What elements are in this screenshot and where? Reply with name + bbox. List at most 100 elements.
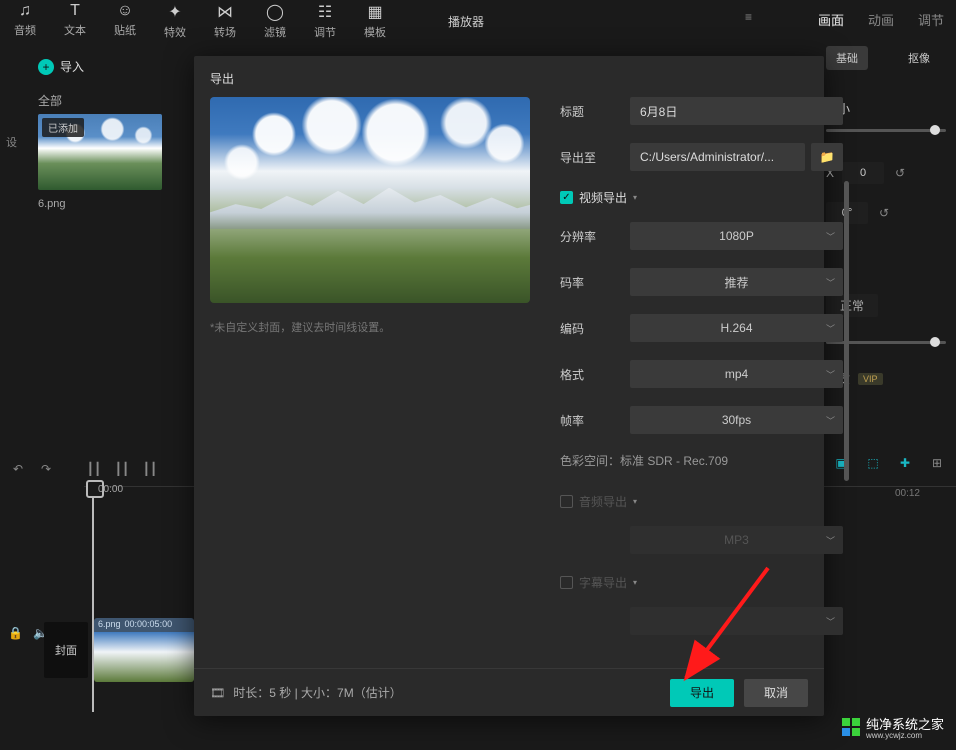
fps-select[interactable]: 30fps﹀ (630, 406, 843, 434)
filter-icon: ◯ (266, 2, 284, 22)
added-badge: 已添加 (42, 118, 84, 137)
size-slider[interactable] (826, 129, 946, 132)
export-dialog: 导出 *未自定义封面，建议去时间线设置。 标题 导出至 📁 ✓ (194, 56, 824, 716)
watermark-url: www.ycwjz.com (866, 731, 944, 740)
chevron-down-icon: ▾ (633, 193, 637, 202)
player-menu-icon[interactable]: ≡ (745, 10, 752, 24)
tab-animation[interactable]: 动画 (866, 6, 896, 33)
export-button[interactable]: 导出 (670, 679, 734, 707)
checkbox-icon: ✓ (560, 495, 573, 508)
transition-icon: ⋈ (217, 2, 233, 22)
export-path-input[interactable] (630, 143, 805, 171)
tool-icon[interactable]: ✚ (894, 456, 916, 470)
tool-icon[interactable]: ⬚ (862, 456, 884, 470)
modal-title: 导出 (194, 56, 824, 97)
toolbar-sticker[interactable]: ☺贴纸 (100, 2, 150, 36)
audio-format-select: MP3﹀ (630, 526, 843, 554)
track-controls: 🔒 🔈 (8, 626, 48, 640)
chevron-down-icon: ▾ (633, 497, 637, 506)
chevron-down-icon: ﹀ (826, 230, 835, 243)
media-item[interactable]: 已添加 6.png (38, 114, 162, 210)
subtitle-export-section[interactable]: ✓ 字幕导出 ▾ (560, 574, 843, 591)
bitrate-select[interactable]: 推荐﹀ (630, 268, 843, 296)
resolution-label: 分辨率 (560, 228, 630, 245)
side-tab-settings[interactable]: 设 (6, 134, 17, 150)
toolbar-effects[interactable]: ✦特效 (150, 2, 200, 36)
subtab-cutout[interactable]: 抠像 (898, 46, 940, 70)
media-thumbnail: 已添加 (38, 114, 162, 190)
checkbox-icon: ✓ (560, 191, 573, 204)
import-label: 导入 (60, 58, 84, 75)
film-icon: 🎞 (210, 686, 225, 700)
toolbar-template[interactable]: ▦模板 (350, 2, 400, 36)
video-export-label: 视频导出 (579, 189, 627, 206)
tool-icon[interactable]: ⊞ (926, 456, 948, 470)
watermark-text: 纯净系统之家 (866, 717, 944, 732)
text-icon: T (70, 2, 80, 20)
export-to-label: 导出至 (560, 149, 630, 166)
ruler-time-mark: 00:12 (895, 488, 920, 499)
fps-label: 帧率 (560, 412, 630, 429)
vip-badge: VIP (858, 373, 883, 385)
bitrate-label: 码率 (560, 274, 630, 291)
lock-icon[interactable]: 🔒 (8, 626, 23, 640)
video-clip[interactable]: 6.png 00:00:05:00 (94, 618, 194, 682)
x-value[interactable]: 0 (842, 162, 884, 184)
video-export-section[interactable]: ✓ 视频导出 ▾ (560, 189, 843, 206)
music-icon: ♫ (19, 2, 31, 20)
chevron-down-icon: ﹀ (826, 276, 835, 289)
cancel-button[interactable]: 取消 (744, 679, 808, 707)
sliders-icon: ☷ (318, 2, 332, 22)
split2-icon[interactable]: ┃┃ (112, 462, 132, 476)
toolbar-transition[interactable]: ⋈转场 (200, 2, 250, 36)
export-info: 时长：5 秒 | 大小：7M（估计） (233, 684, 401, 701)
undo-icon[interactable]: ↶ (8, 462, 28, 476)
size-label: 大小 (826, 100, 946, 117)
codec-label: 编码 (560, 320, 630, 337)
cover-cell[interactable]: 封面 (44, 622, 88, 678)
split-icon[interactable]: ┃┃ (84, 462, 104, 476)
audio-export-section[interactable]: ✓ 音频导出 ▾ (560, 493, 843, 510)
reset-icon[interactable]: ↺ (876, 206, 892, 220)
title-input[interactable] (630, 97, 843, 125)
library-filter-all[interactable]: 全部 (38, 92, 62, 109)
resolution-select[interactable]: 1080P﹀ (630, 222, 843, 250)
chevron-down-icon: ﹀ (826, 534, 835, 547)
sparkle-icon: ✦ (168, 2, 181, 22)
plus-icon: + (38, 59, 54, 75)
playhead-time: 00:00 (98, 484, 123, 495)
watermark-icon (842, 718, 860, 736)
toolbar-audio[interactable]: ♫音频 (0, 2, 50, 36)
format-select[interactable]: mp4﹀ (630, 360, 843, 388)
player-header: 播放器 (440, 8, 760, 34)
codec-select[interactable]: H.264﹀ (630, 314, 843, 342)
checkbox-icon: ✓ (560, 576, 573, 589)
clip-name: 6.png (98, 619, 121, 631)
color-space-info: 色彩空间：标准 SDR - Rec.709 (560, 452, 843, 469)
export-preview (210, 97, 530, 303)
clip-duration: 00:00:05:00 (125, 619, 173, 631)
reset-icon[interactable]: ↺ (892, 166, 908, 180)
inspector-tabs: 画面 动画 调节 (816, 6, 946, 33)
browse-folder-button[interactable]: 📁 (811, 143, 843, 171)
toolbar-filter[interactable]: ◯滤镜 (250, 2, 300, 36)
chevron-down-icon: ﹀ (826, 322, 835, 335)
folder-icon: 📁 (820, 150, 835, 164)
tab-adjust[interactable]: 调节 (916, 6, 946, 33)
scrollbar[interactable] (844, 181, 849, 481)
redo-icon[interactable]: ↷ (36, 462, 56, 476)
template-icon: ▦ (367, 2, 382, 22)
toolbar-text[interactable]: T文本 (50, 2, 100, 36)
subtitle-export-label: 字幕导出 (579, 574, 627, 591)
timeline-tools-left: ↶ ↷ ┃┃ ┃┃ ┃┃ (0, 456, 168, 482)
chevron-down-icon: ﹀ (826, 615, 835, 628)
tab-picture[interactable]: 画面 (816, 6, 846, 33)
toolbar-adjust[interactable]: ☷调节 (300, 2, 350, 36)
chevron-down-icon: ▾ (633, 578, 637, 587)
clip-thumbnail (94, 632, 194, 682)
title-label: 标题 (560, 103, 630, 120)
clip-header: 6.png 00:00:05:00 (94, 618, 194, 632)
import-button[interactable]: + 导入 (38, 58, 84, 75)
split3-icon[interactable]: ┃┃ (140, 462, 160, 476)
subtab-basic[interactable]: 基础 (826, 46, 868, 70)
